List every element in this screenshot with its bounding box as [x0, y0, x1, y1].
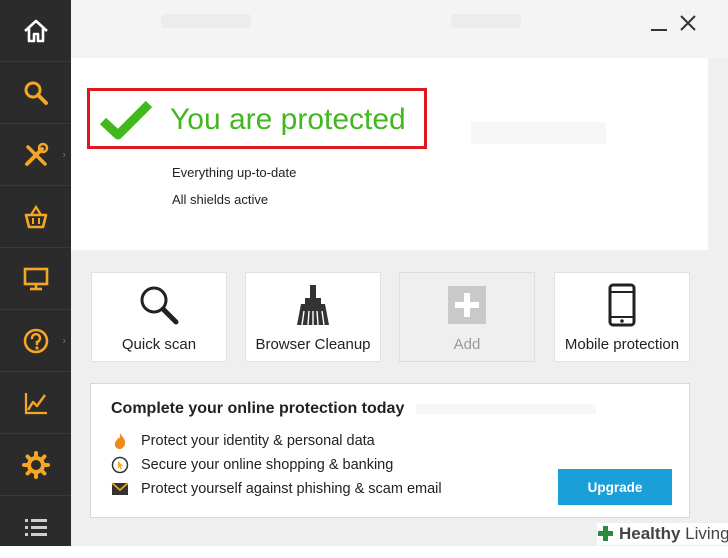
tile-label: Quick scan [121, 336, 197, 353]
tools-icon [24, 142, 48, 166]
mobile-protection-tile[interactable]: Mobile protection [554, 272, 690, 362]
menu-icon [24, 519, 47, 536]
feature-item: Secure your online shopping & banking [111, 455, 393, 475]
sidebar-item-display[interactable] [0, 248, 71, 310]
monitor-icon [23, 267, 48, 290]
sidebar: › › [0, 0, 71, 546]
sidebar-item-tools[interactable]: › [0, 124, 71, 186]
status-title: You are protected [170, 103, 406, 136]
browser-cleanup-tile[interactable]: Browser Cleanup [245, 272, 381, 362]
sidebar-item-search[interactable] [0, 62, 71, 124]
chart-icon [24, 392, 47, 414]
gear-icon [21, 450, 50, 479]
feature-text: Protect yourself against phishing & scam… [141, 481, 442, 497]
status-highlight-box: You are protected [87, 88, 427, 149]
upgrade-promo-panel: Complete your online protection today Pr… [90, 383, 690, 518]
sidebar-item-menu[interactable] [0, 496, 71, 558]
status-detail-updates: Everything up-to-date [172, 165, 297, 180]
tile-label: Browser Cleanup [255, 336, 371, 353]
status-panel: You are protected Everything up-to-date … [71, 58, 708, 250]
checkmark-icon [100, 100, 152, 140]
feature-item: Protect your identity & personal data [111, 431, 375, 451]
close-button[interactable] [677, 12, 699, 34]
add-tile[interactable]: Add [399, 272, 535, 362]
faded-logo [161, 14, 251, 28]
faded-text [416, 404, 596, 414]
feature-text: Protect your identity & personal data [141, 433, 375, 449]
search-icon [24, 81, 48, 105]
faded-header-text [451, 14, 521, 28]
watermark: Healthy Living [597, 523, 728, 545]
home-icon [23, 19, 48, 42]
plus-icon [448, 286, 486, 324]
help-icon [23, 328, 48, 353]
minimize-icon [651, 29, 667, 31]
health-cross-icon [598, 526, 613, 541]
sidebar-item-help[interactable]: › [0, 310, 71, 372]
flame-icon [114, 433, 126, 449]
phone-icon [608, 283, 636, 327]
cursor-icon [111, 456, 129, 474]
magnifier-icon [140, 286, 179, 325]
faded-area [471, 122, 606, 144]
sidebar-item-statistics[interactable] [0, 372, 71, 434]
quick-scan-tile[interactable]: Quick scan [91, 272, 227, 362]
promo-title: Complete your online protection today [111, 400, 405, 417]
broom-icon [297, 285, 329, 326]
chevron-right-icon: › [62, 149, 66, 160]
feature-text: Secure your online shopping & banking [141, 457, 394, 473]
watermark-text: Healthy Living [619, 524, 728, 543]
chevron-right-icon: › [62, 335, 66, 346]
tile-label: Add [453, 336, 481, 353]
feature-item: Protect yourself against phishing & scam… [111, 479, 442, 499]
title-bar [71, 0, 728, 58]
status-detail-shields: All shields active [172, 192, 269, 207]
close-icon [680, 15, 696, 31]
upgrade-button[interactable]: Upgrade [558, 469, 672, 505]
basket-icon [24, 204, 47, 228]
minimize-button[interactable] [648, 12, 670, 34]
tile-label: Mobile protection [564, 336, 680, 353]
envelope-icon [111, 482, 129, 495]
sidebar-item-store[interactable] [0, 186, 71, 248]
sidebar-item-settings[interactable] [0, 434, 71, 496]
sidebar-item-home[interactable] [0, 0, 71, 62]
